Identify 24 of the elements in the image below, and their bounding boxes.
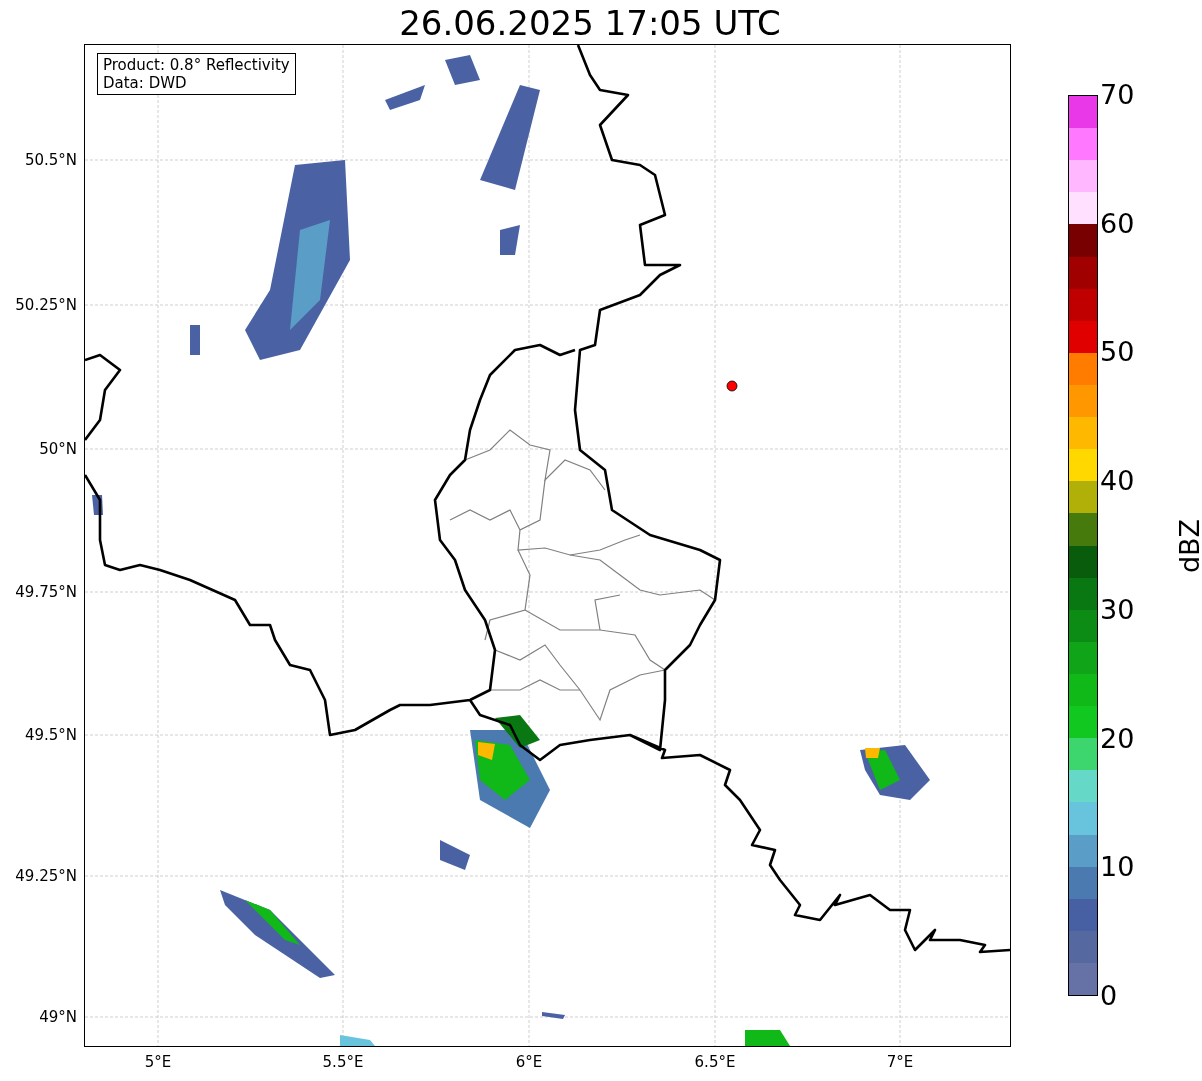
latitude-label: 49.75°N [15,583,77,601]
scale-label: 40 [1100,466,1135,497]
scale-label: 70 [1100,80,1135,110]
latitude-label: 49.25°N [15,867,77,885]
longitude-label: 5°E [144,1053,172,1071]
scale-title: dBZ [1174,518,1202,574]
longitude-label: 5.5°E [322,1053,364,1071]
info-text: Product: 0.8° Reflectivity [103,56,290,74]
latitude-label: 50.25°N [15,296,77,314]
longitude-label: 7°E [886,1053,914,1071]
latitude-label: 49°N [39,1008,77,1026]
scale-label: 20 [1100,723,1135,754]
longitude-label: 6°E [515,1053,543,1071]
latitude-label: 50°N [39,440,77,458]
scale-label: 0 [1100,980,1118,1011]
scale-label: 60 [1100,208,1135,239]
chart-title: 26.06.2025 17:05 UTC [398,2,781,45]
longitude-label: 6.5°E [694,1053,736,1071]
info-text: Data: DWD [103,74,188,92]
latitude-label: 50.5°N [24,151,77,169]
scale-label: 50 [1100,337,1135,368]
scale-label: 30 [1100,594,1135,625]
scale-label: 10 [1100,852,1135,883]
latitude-label: 49.5°N [24,726,77,744]
